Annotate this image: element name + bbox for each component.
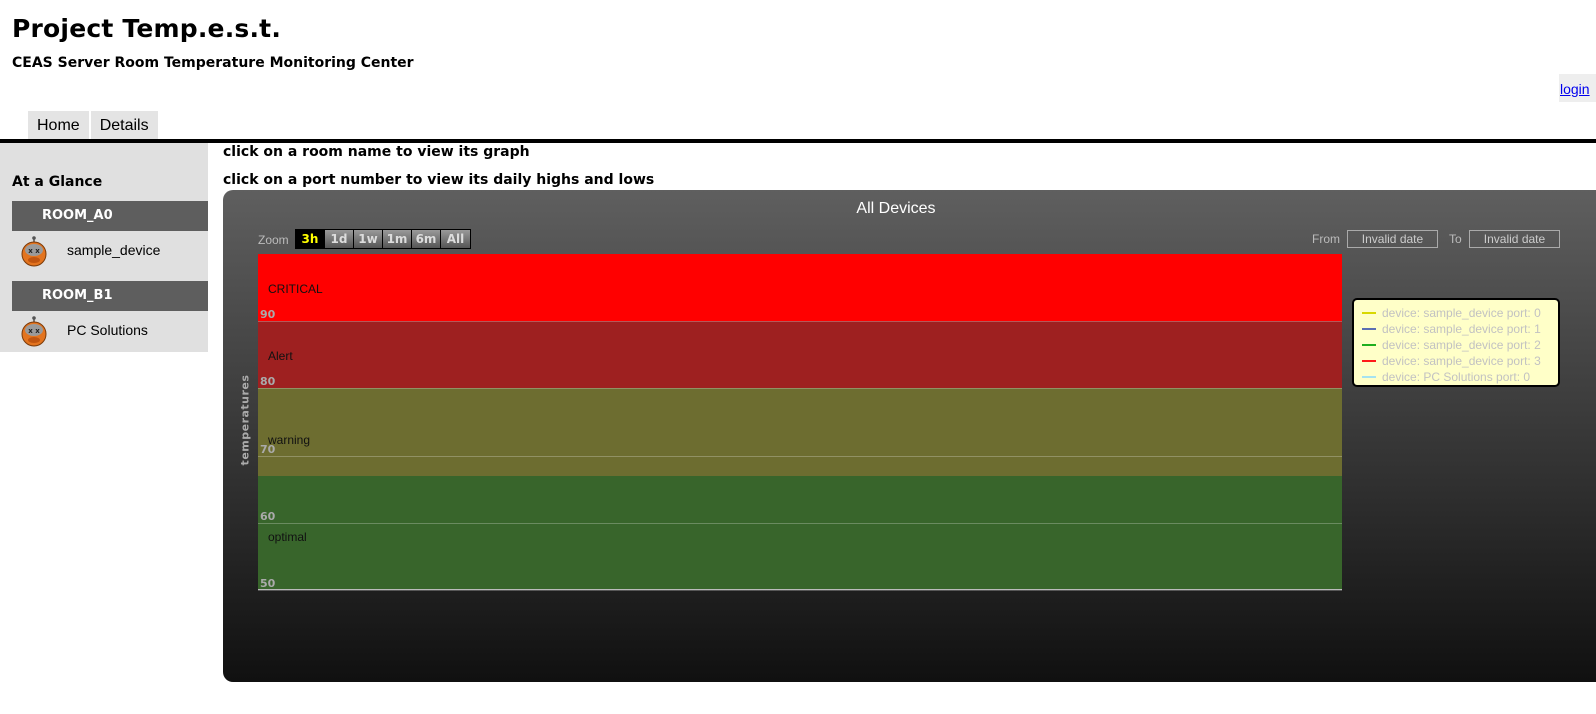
hint-port-highs-lows: click on a port number to view its daily… [223,172,655,188]
band-alert [258,321,1342,389]
to-date-input[interactable]: Invalid date [1469,230,1560,248]
y-tick-label: 60 [260,509,276,523]
legend-label: device: sample_device port: 3 [1382,354,1541,368]
legend-item[interactable]: device: PC Solutions port: 0 [1362,369,1558,385]
legend-swatch [1362,344,1376,346]
gridline [258,590,1342,591]
legend-item[interactable]: device: sample_device port: 2 [1362,337,1558,353]
zoom-button-All[interactable]: All [441,230,470,248]
zoom-button-1m[interactable]: 1m [383,230,412,248]
chart-title: All Devices [856,200,936,217]
gridline [258,321,1342,323]
y-tick-label: 90 [260,308,276,322]
legend-label: device: sample_device port: 2 [1382,338,1541,352]
legend-item[interactable]: device: sample_device port: 3 [1362,353,1558,369]
gridline [258,388,1342,390]
zoom-button-group: 3h 1d 1w 1m 6m All [295,229,471,249]
zoom-button-1d[interactable]: 1d [325,230,354,248]
main-nav: Home Details [28,111,158,139]
band-warning [258,388,1342,476]
device-status-icon: x x [21,316,47,347]
page-title: Project Temp.e.s.t. [12,14,282,43]
band-label-critical: CRITICAL [268,281,323,296]
legend-swatch [1362,376,1376,378]
band-label-alert: Alert [268,348,293,363]
svg-text:x x: x x [28,327,40,335]
zoom-button-6m[interactable]: 6m [412,230,441,248]
device-status-icon: x x [21,236,47,267]
sidebar-title: At a Glance [12,174,103,190]
svg-text:x x: x x [28,247,40,255]
band-label-warning: warning [268,432,311,447]
room-header-a0[interactable]: ROOM_A0 [12,201,208,231]
sidebar: At a Glance ROOM_A0 x x sample_device RO… [0,143,208,352]
x-axis-line [258,589,1342,590]
band-optimal [258,475,1342,590]
gridline [258,455,1342,457]
hint-room-graph: click on a room name to view its graph [223,144,530,160]
from-label: From [1312,232,1340,246]
tab-details[interactable]: Details [90,111,158,139]
page-subtitle: CEAS Server Room Temperature Monitoring … [12,55,414,71]
legend-swatch [1362,312,1376,314]
zoom-button-1w[interactable]: 1w [354,230,383,248]
legend-swatch [1362,328,1376,330]
gridline [258,522,1342,524]
zoom-label: Zoom [258,233,289,247]
y-tick-label: 80 [260,375,276,389]
device-label: PC Solutions [67,322,148,338]
device-label: sample_device [67,242,161,258]
legend-label: device: sample_device port: 1 [1382,322,1541,336]
to-label: To [1449,232,1462,246]
chart-panel: All Devices Zoom 3h 1d 1w 1m 6m All From Inva… [223,190,1596,682]
band-critical [258,254,1342,322]
nav-divider [0,139,1596,143]
zoom-button-3h[interactable]: 3h [296,230,325,248]
legend-label: device: PC Solutions port: 0 [1382,370,1531,384]
login-link[interactable]: login [1560,81,1590,97]
plot-area: 50 60 70 80 90 CRITICAL Alert warning optimal [258,254,1342,591]
legend-item[interactable]: device: sample_device port: 1 [1362,321,1558,337]
from-date-input[interactable]: Invalid date [1347,230,1438,248]
legend-swatch [1362,360,1376,362]
legend-label: device: sample_device port: 0 [1382,306,1541,320]
y-axis-label: temperatures [238,374,252,466]
band-label-optimal: optimal [268,530,307,545]
chart-legend: device: sample_device port: 0 device: sam… [1352,298,1560,387]
device-row-sample-device[interactable]: x x sample_device [0,231,208,271]
tab-home[interactable]: Home [28,111,89,139]
legend-item[interactable]: device: sample_device port: 0 [1362,305,1558,321]
room-header-b1[interactable]: ROOM_B1 [12,281,208,311]
device-row-pc-solutions[interactable]: x x PC Solutions [0,311,208,351]
